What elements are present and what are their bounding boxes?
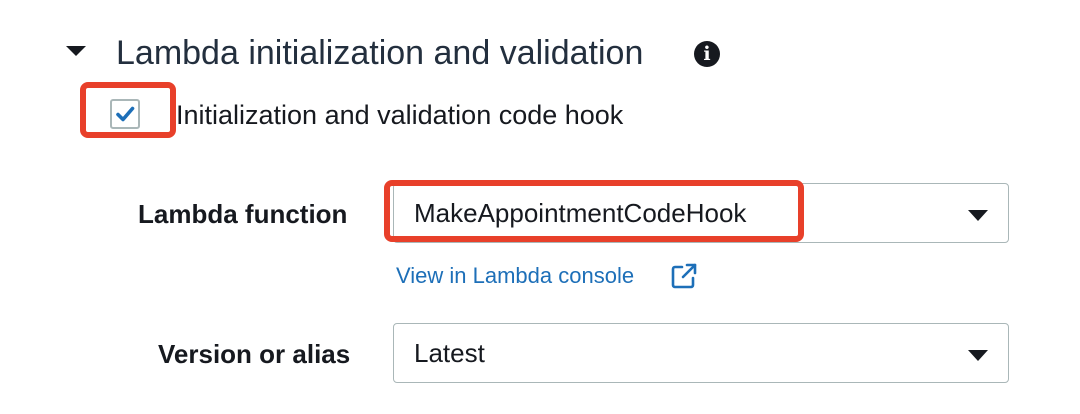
section-title: Lambda initialization and validation (116, 34, 644, 72)
version-or-alias-select[interactable]: Latest (393, 323, 1009, 383)
checkmark-icon (116, 106, 135, 122)
info-icon[interactable]: i (694, 41, 720, 67)
external-link-icon[interactable] (670, 262, 698, 290)
view-in-lambda-console-link[interactable]: View in Lambda console (396, 262, 634, 290)
code-hook-checkbox[interactable] (110, 99, 140, 129)
caret-down-icon (968, 350, 988, 361)
lambda-function-select[interactable]: MakeAppointmentCodeHook (393, 183, 1009, 243)
version-or-alias-value: Latest (414, 338, 485, 368)
section-collapse-caret-icon[interactable] (66, 46, 86, 56)
lambda-function-value: MakeAppointmentCodeHook (414, 198, 747, 228)
code-hook-checkbox-label[interactable]: Initialization and validation code hook (176, 98, 623, 132)
caret-down-icon (968, 210, 988, 221)
lambda-function-label: Lambda function (138, 199, 348, 229)
version-or-alias-label: Version or alias (158, 339, 351, 369)
